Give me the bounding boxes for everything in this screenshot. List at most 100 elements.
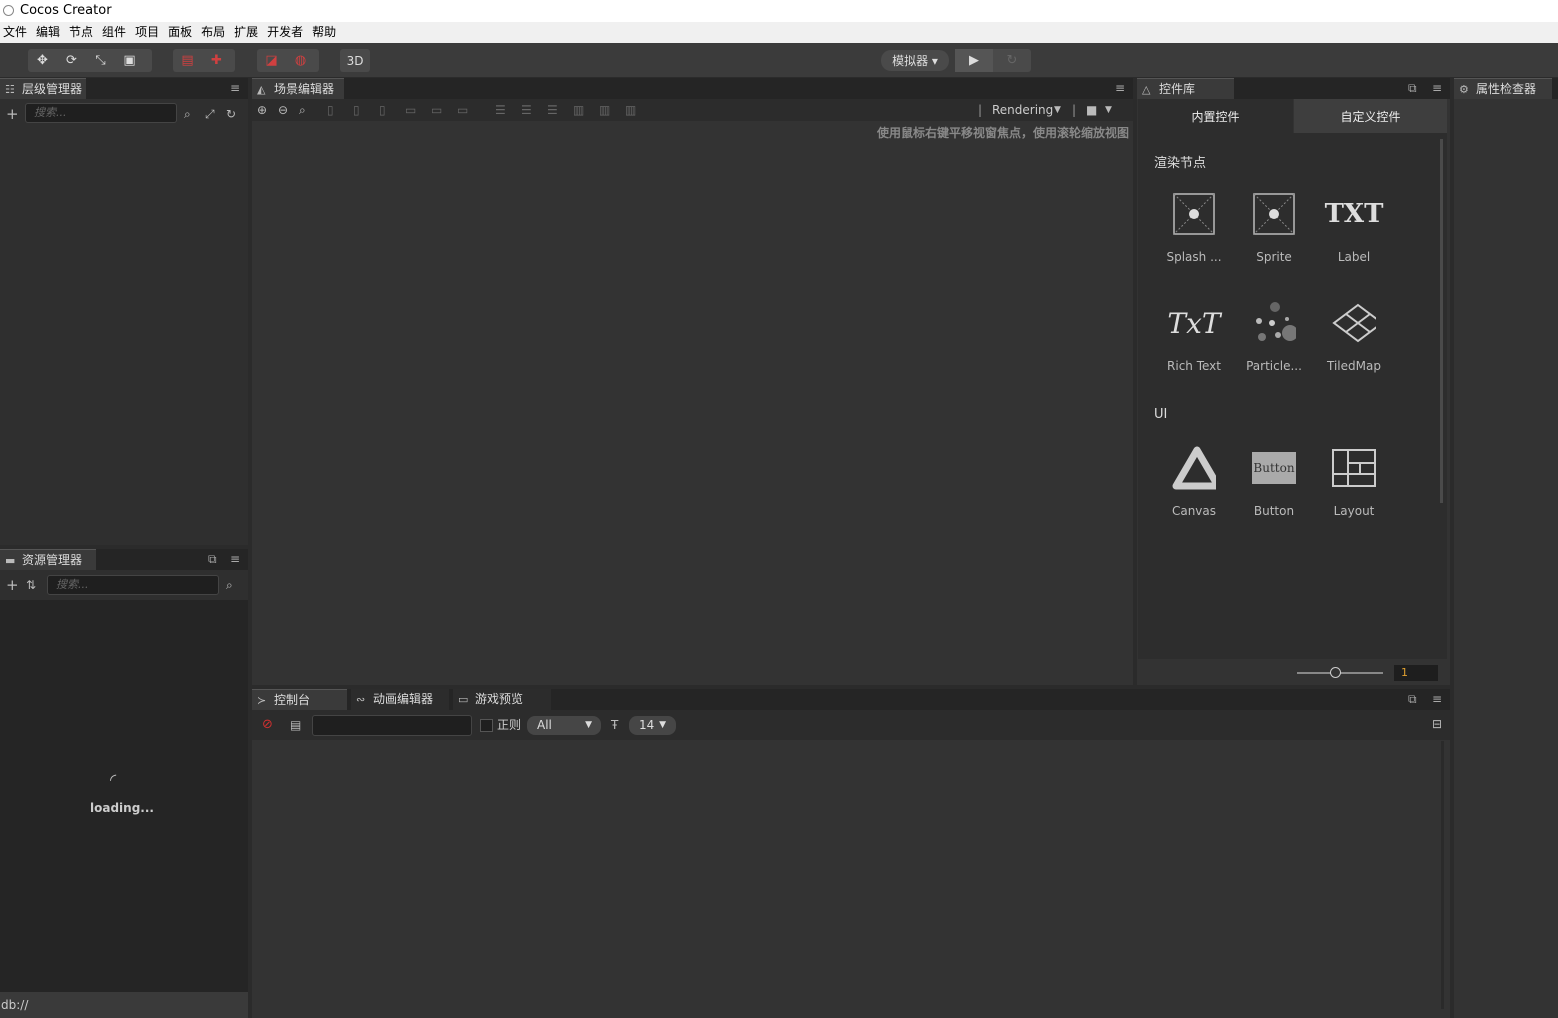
chevron-down-icon[interactable]: ▼	[1105, 103, 1112, 117]
distribute-left-icon[interactable]: ▥	[573, 103, 584, 117]
camera-icon[interactable]: ■	[1086, 103, 1097, 117]
widget-label: Canvas	[1171, 504, 1217, 518]
log-level-select[interactable]: All ▼	[527, 716, 601, 735]
widget-layout[interactable]: Layout	[1314, 446, 1394, 518]
console-panel: ≻ 控制台 ∾ 动画编辑器 ▭ 游戏预览 ⧉ ≡ ⊘ ▤ 正则 All ▼ Ŧ …	[252, 689, 1450, 1018]
chevron-down-icon[interactable]: ▼	[1054, 103, 1061, 117]
menu-help[interactable]: 帮助	[309, 22, 342, 43]
distribute-right-icon[interactable]: ▥	[625, 103, 636, 117]
distribute-hcenter-icon[interactable]: ▥	[599, 103, 610, 117]
inspector-tab[interactable]: ⚙ 属性检查器	[1454, 78, 1552, 99]
menu-project[interactable]: 项目	[132, 22, 165, 43]
animation-tab[interactable]: ∾ 动画编辑器	[351, 689, 449, 710]
menu-extension[interactable]: 扩展	[231, 22, 264, 43]
widget-label: Label	[1337, 250, 1371, 264]
builtin-widgets-tab[interactable]: 内置控件	[1138, 99, 1293, 133]
triangle-icon: △	[1142, 83, 1151, 96]
pivot-icon[interactable]: ▤	[173, 49, 202, 72]
move-tool-icon[interactable]: ✥	[28, 49, 57, 72]
popout-icon[interactable]: ⧉	[208, 553, 220, 565]
rect-tool-icon[interactable]: ▣	[115, 49, 144, 72]
scene-tabbar: ◭ 场景编辑器 ≡	[252, 78, 1133, 99]
toggle-3d-button[interactable]: 3D	[340, 49, 370, 72]
local-space-icon[interactable]: ◪	[257, 49, 286, 72]
regex-checkbox[interactable]	[480, 719, 493, 732]
add-icon[interactable]: +	[6, 107, 19, 122]
console-tab[interactable]: ≻ 控制台	[252, 689, 347, 710]
widget-label-item[interactable]: TXT Label	[1314, 192, 1394, 264]
widgets-scrollbar[interactable]	[1440, 139, 1443, 503]
widget-richtext[interactable]: TxT Rich Text	[1154, 301, 1234, 374]
menu-panel[interactable]: 面板	[165, 22, 198, 43]
search-icon[interactable]: ⌕	[184, 107, 191, 121]
align-hcenter-icon[interactable]: ▯	[353, 103, 360, 117]
console-filter-input[interactable]	[312, 715, 472, 736]
menu-node[interactable]: 节点	[66, 22, 99, 43]
align-right-icon[interactable]: ▯	[379, 103, 386, 117]
widgets-content: 渲染节点 Splash ... Sprite TXT Label TxT Ric…	[1138, 133, 1447, 659]
widget-sprite[interactable]: Sprite	[1234, 192, 1314, 264]
popout-icon[interactable]: ⧉	[1408, 693, 1420, 705]
hierarchy-tab[interactable]: ☷ 层级管理器	[0, 78, 86, 99]
popout-icon[interactable]: ⧉	[1408, 82, 1420, 94]
zoom-value-input[interactable]: 1	[1394, 665, 1438, 681]
menu-file[interactable]: 文件	[0, 22, 33, 43]
log-file-icon[interactable]: ▤	[290, 718, 301, 732]
align-top-icon[interactable]: ▭	[405, 103, 416, 117]
scene-tab[interactable]: ◭ 场景编辑器	[252, 78, 344, 99]
assets-search-input[interactable]: 搜索...	[47, 575, 219, 595]
menu-icon[interactable]: ≡	[230, 553, 242, 565]
rotate-tool-icon[interactable]: ⟳	[57, 49, 86, 72]
refresh-icon[interactable]: ↻	[226, 107, 236, 121]
sort-icon[interactable]: ⇅	[26, 578, 36, 592]
widgets-tab[interactable]: △ 控件库	[1137, 78, 1234, 99]
play-icon[interactable]: ▶	[955, 49, 993, 72]
menu-edit[interactable]: 编辑	[33, 22, 66, 43]
menu-icon[interactable]: ≡	[230, 82, 242, 94]
zoom-out-icon[interactable]: ⊖	[278, 103, 288, 117]
widget-canvas[interactable]: Canvas	[1154, 446, 1234, 518]
rendering-select[interactable]: Rendering	[992, 103, 1053, 117]
expand-icon[interactable]: ⤢	[205, 107, 215, 121]
widget-splash[interactable]: Splash ...	[1154, 192, 1234, 264]
hierarchy-search-input[interactable]: 搜索...	[25, 103, 177, 123]
menu-icon[interactable]: ≡	[1115, 82, 1127, 94]
font-size-select[interactable]: 14 ▼	[629, 716, 676, 735]
zoom-reset-icon[interactable]: ⌕	[299, 103, 306, 117]
zoom-slider-handle[interactable]	[1330, 667, 1341, 678]
center-icon[interactable]: ✚	[202, 49, 231, 72]
distribute-vcenter-icon[interactable]: ☰	[521, 103, 532, 117]
game-preview-tab[interactable]: ▭ 游戏预览	[453, 689, 551, 710]
menu-layout[interactable]: 布局	[198, 22, 231, 43]
widget-particle[interactable]: Particle...	[1234, 301, 1314, 373]
widgets-title: 控件库	[1159, 82, 1196, 96]
font-size-value: 14	[639, 718, 655, 732]
simulator-select[interactable]: 模拟器 ▾	[881, 50, 949, 71]
add-icon[interactable]: +	[6, 578, 19, 593]
refresh-icon[interactable]: ↻	[993, 49, 1031, 72]
widgets-panel: △ 控件库 ⧉ ≡ 内置控件 自定义控件 渲染节点 Splash ... Spr…	[1137, 78, 1450, 685]
console-title: 控制台	[274, 693, 311, 707]
zoom-in-icon[interactable]: ⊕	[257, 103, 267, 117]
assets-footer: db://	[0, 992, 248, 1018]
menu-icon[interactable]: ≡	[1432, 82, 1444, 94]
clear-icon[interactable]: ⊘	[262, 718, 273, 732]
font-size-icon: Ŧ	[611, 718, 619, 732]
custom-widgets-tab[interactable]: 自定义控件	[1294, 99, 1447, 133]
align-left-icon[interactable]: ▯	[327, 103, 334, 117]
widget-button[interactable]: Button Button	[1234, 446, 1314, 518]
search-icon[interactable]: ⌕	[226, 578, 233, 592]
scale-tool-icon[interactable]: ⤡	[86, 49, 115, 72]
menu-component[interactable]: 组件	[99, 22, 132, 43]
separator: |	[978, 103, 983, 117]
assets-tab[interactable]: ▬ 资源管理器	[0, 549, 96, 570]
menu-icon[interactable]: ≡	[1432, 693, 1444, 705]
distribute-top-icon[interactable]: ☰	[495, 103, 506, 117]
collapse-icon[interactable]: ⊟	[1432, 717, 1442, 731]
align-bottom-icon[interactable]: ▭	[457, 103, 468, 117]
menu-developer[interactable]: 开发者	[264, 22, 309, 43]
distribute-bottom-icon[interactable]: ☰	[547, 103, 558, 117]
widget-tiledmap[interactable]: TiledMap	[1314, 301, 1394, 373]
align-vcenter-icon[interactable]: ▭	[431, 103, 442, 117]
global-space-icon[interactable]: ◍	[286, 49, 315, 72]
